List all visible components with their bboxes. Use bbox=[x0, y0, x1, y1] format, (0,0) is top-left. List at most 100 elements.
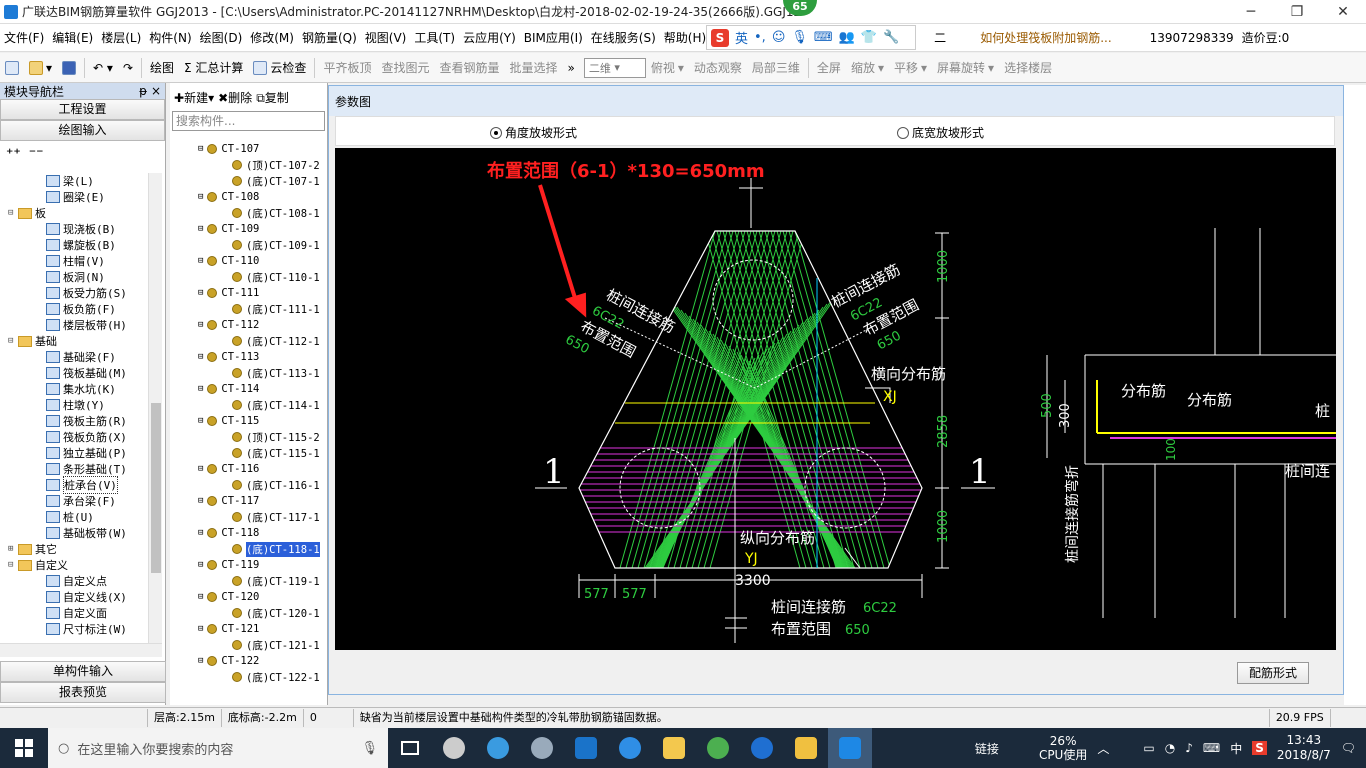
find-element-button[interactable]: 查找图元 bbox=[376, 59, 434, 76]
tree-item[interactable]: 柱帽(V) bbox=[0, 253, 148, 269]
component-list[interactable]: ⊟ CT-107 (顶)CT-107-2 (底)CT-107-1 ⊟ CT-108 (底)C… bbox=[170, 141, 327, 685]
menu-edit[interactable]: 编辑(E) bbox=[48, 29, 97, 46]
user-icon[interactable]: 👥 bbox=[839, 30, 855, 45]
glodon-g-icon[interactable] bbox=[740, 728, 784, 768]
edge-icon[interactable] bbox=[564, 728, 608, 768]
cpu-meter[interactable]: 26% CPU使用 bbox=[1039, 734, 1087, 762]
component-list-item[interactable]: ⊟ CT-107 bbox=[170, 141, 327, 157]
menu-draw[interactable]: 绘图(D) bbox=[196, 29, 247, 46]
component-list-item[interactable]: (底)CT-119-1 bbox=[170, 573, 327, 589]
sogou-logo-icon[interactable]: S bbox=[711, 28, 729, 47]
ie-icon[interactable] bbox=[476, 728, 520, 768]
component-list-item[interactable]: (底)CT-116-1 bbox=[170, 477, 327, 493]
copy-component-button[interactable]: ⧉复制 bbox=[256, 89, 289, 106]
view-mode-select[interactable]: 二维 ▾ bbox=[583, 57, 646, 78]
component-tree[interactable]: 梁(L) 圈梁(E) ⊟ 板现浇板(B) 螺旋板(B) 柱帽(V) 板洞(N) 板受力筋(S)… bbox=[0, 173, 148, 647]
tree-item[interactable]: 圈梁(E) bbox=[0, 189, 148, 205]
close-button[interactable]: ✕ bbox=[1320, 0, 1366, 24]
ggj-app-icon[interactable] bbox=[828, 728, 872, 768]
width-slope-radio[interactable]: 底宽放坡形式 bbox=[897, 124, 984, 141]
tree-item[interactable]: 桩承台(V) bbox=[0, 476, 148, 494]
help-link[interactable]: 如何处理筏板附加钢筋... bbox=[976, 29, 1115, 46]
component-list-item[interactable]: ⊟ CT-113 bbox=[170, 349, 327, 365]
local-3d-button[interactable]: 局部三维 bbox=[747, 59, 805, 76]
fullscreen-button[interactable]: 全屏 bbox=[812, 59, 846, 76]
swirl-app-icon[interactable] bbox=[520, 728, 564, 768]
tree-item[interactable]: 筏板主筋(R) bbox=[0, 413, 148, 429]
component-list-item[interactable]: (底)CT-118-1 bbox=[170, 541, 327, 557]
menu-component[interactable]: 构件(N) bbox=[145, 29, 195, 46]
explorer-icon[interactable] bbox=[652, 728, 696, 768]
menu-partial[interactable]: 二 bbox=[930, 29, 950, 46]
tree-item[interactable]: 板洞(N) bbox=[0, 269, 148, 285]
tree-scrollbar[interactable] bbox=[148, 173, 162, 647]
component-list-item[interactable]: (底)CT-121-1 bbox=[170, 637, 327, 653]
link-toolbar[interactable]: 链接 bbox=[975, 740, 999, 757]
tree-item[interactable]: 承台梁(F) bbox=[0, 493, 148, 509]
menu-bim[interactable]: BIM应用(I) bbox=[520, 29, 587, 46]
menu-modify[interactable]: 修改(M) bbox=[246, 29, 298, 46]
component-list-item[interactable]: (底)CT-110-1 bbox=[170, 269, 327, 285]
component-list-item[interactable]: ⊟ CT-110 bbox=[170, 253, 327, 269]
keyboard-icon[interactable]: ⌨ bbox=[814, 30, 833, 45]
orbit-button[interactable]: 动态观察 bbox=[689, 59, 747, 76]
task-view-icon[interactable] bbox=[388, 728, 432, 768]
component-list-item[interactable]: (顶)CT-107-2 bbox=[170, 157, 327, 173]
pin-close-icon[interactable]: ᵽ × bbox=[139, 84, 161, 98]
menu-tools[interactable]: 工具(T) bbox=[410, 29, 459, 46]
restore-button[interactable]: ❐ bbox=[1274, 0, 1320, 24]
component-list-item[interactable]: (底)CT-120-1 bbox=[170, 605, 327, 621]
single-component-button[interactable]: 单构件输入 bbox=[0, 661, 166, 682]
collapse-all-icon[interactable]: ⁻⁻ bbox=[29, 146, 44, 162]
tree-item[interactable]: 板受力筋(S) bbox=[0, 285, 148, 301]
notification-icon[interactable]: 🗨 bbox=[1341, 741, 1356, 755]
menu-file[interactable]: 文件(F) bbox=[0, 29, 48, 46]
tree-item[interactable]: 集水坑(K) bbox=[0, 381, 148, 397]
component-list-item[interactable]: (底)CT-108-1 bbox=[170, 205, 327, 221]
battery-icon[interactable]: ▭ bbox=[1143, 741, 1154, 755]
toolbar-overflow[interactable]: » bbox=[563, 61, 580, 75]
tree-item[interactable]: 现浇板(B) bbox=[0, 221, 148, 237]
component-list-item[interactable]: (底)CT-111-1 bbox=[170, 301, 327, 317]
tree-item[interactable]: 独立基础(P) bbox=[0, 445, 148, 461]
component-search-input[interactable]: 搜索构件... bbox=[172, 111, 325, 131]
360-browser-icon[interactable] bbox=[696, 728, 740, 768]
align-slab-top-button[interactable]: 平齐板顶 bbox=[318, 59, 376, 76]
tree-item[interactable]: ⊞ 其它 bbox=[0, 541, 148, 557]
cloud-check-button[interactable]: 云检查 bbox=[248, 59, 311, 76]
expand-all-icon[interactable]: ⁺⁺ bbox=[6, 146, 21, 162]
tree-item[interactable]: 梁(L) bbox=[0, 173, 148, 189]
punctuation-icon[interactable]: •, bbox=[754, 30, 766, 45]
component-list-item[interactable]: ⊟ CT-109 bbox=[170, 221, 327, 237]
component-list-item[interactable]: ⊟ CT-118 bbox=[170, 525, 327, 541]
component-list-item[interactable]: ⊟ CT-119 bbox=[170, 557, 327, 573]
component-list-item[interactable]: (底)CT-114-1 bbox=[170, 397, 327, 413]
ie-blue-icon[interactable] bbox=[608, 728, 652, 768]
menu-online[interactable]: 在线服务(S) bbox=[587, 29, 660, 46]
new-component-button[interactable]: ✚新建▾ bbox=[174, 89, 214, 106]
tree-item[interactable]: 板负筋(F) bbox=[0, 301, 148, 317]
mic-icon[interactable]: 🎙 bbox=[791, 30, 808, 45]
component-list-item[interactable]: (底)CT-107-1 bbox=[170, 173, 327, 189]
emoji-icon[interactable]: ☺ bbox=[772, 30, 786, 45]
component-list-item[interactable]: (底)CT-112-1 bbox=[170, 333, 327, 349]
sogou-tray-icon[interactable]: S bbox=[1252, 741, 1267, 755]
tree-item[interactable]: ⊟ 板 bbox=[0, 205, 148, 221]
component-list-item[interactable]: (底)CT-115-1 bbox=[170, 445, 327, 461]
tree-item[interactable]: 自定义线(X) bbox=[0, 589, 148, 605]
ime-lang[interactable]: 英 bbox=[735, 28, 748, 47]
price-beans[interactable]: 造价豆:0 bbox=[1238, 29, 1294, 46]
zoom-button[interactable]: 缩放 ▾ bbox=[846, 59, 889, 76]
component-list-item[interactable]: ⊟ CT-115 bbox=[170, 413, 327, 429]
top-view-button[interactable]: 俯视 ▾ bbox=[646, 59, 689, 76]
keyboard-tray-icon[interactable]: ⌨ bbox=[1203, 741, 1220, 755]
report-preview-button[interactable]: 报表预览 bbox=[0, 682, 166, 703]
tree-item[interactable]: 尺寸标注(W) bbox=[0, 621, 148, 637]
tree-item[interactable]: 基础梁(F) bbox=[0, 349, 148, 365]
wrench-icon[interactable]: 🔧 bbox=[883, 30, 899, 45]
tree-item[interactable]: 自定义面 bbox=[0, 605, 148, 621]
chevron-up-icon[interactable]: ︿ bbox=[1097, 740, 1109, 757]
tree-item[interactable]: 筏板负筋(X) bbox=[0, 429, 148, 445]
tree-item[interactable]: 楼层板带(H) bbox=[0, 317, 148, 333]
draw-button[interactable]: 绘图 bbox=[145, 59, 179, 76]
